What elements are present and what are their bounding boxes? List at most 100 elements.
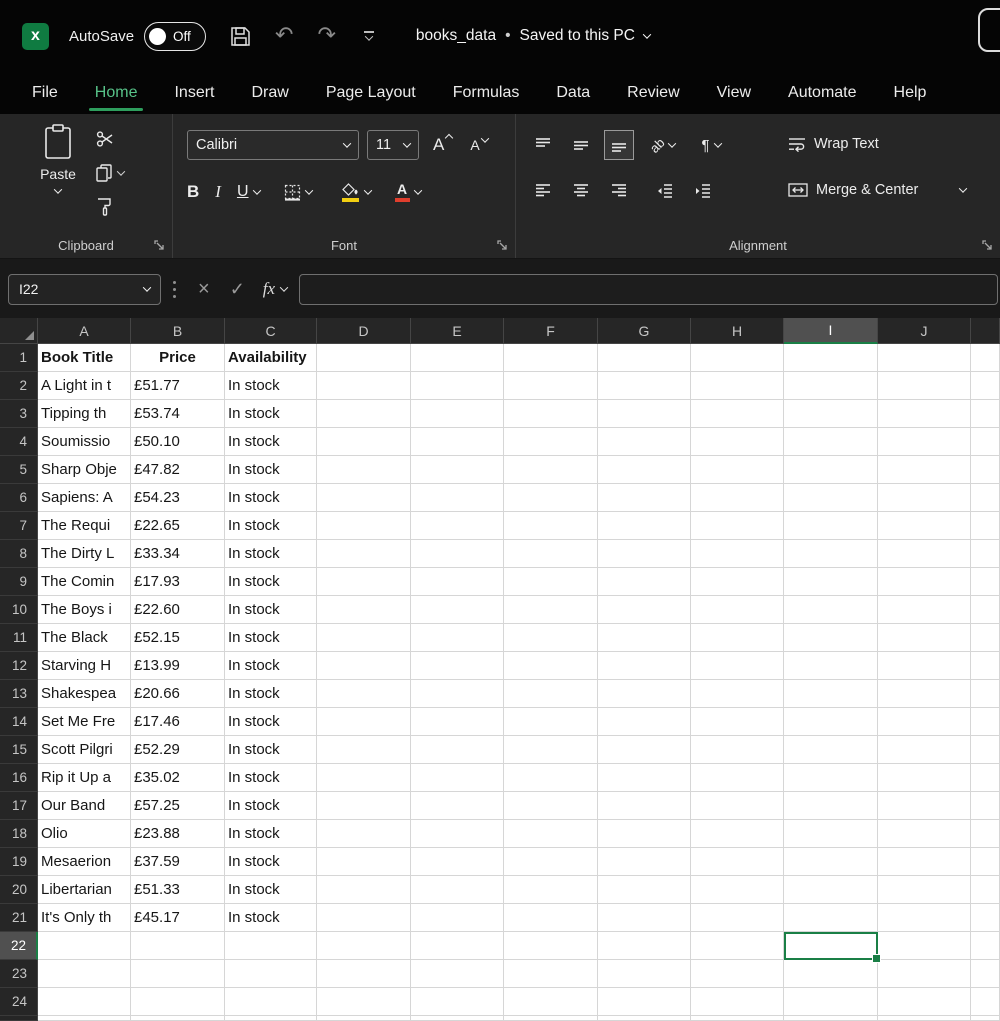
cell-B22[interactable]: [131, 932, 225, 960]
cell-C1[interactable]: Availability: [225, 344, 317, 372]
cell-partial-2[interactable]: [225, 1016, 317, 1021]
cut-button[interactable]: [96, 130, 124, 148]
cell-B7[interactable]: £22.65: [131, 512, 225, 540]
cell-G2[interactable]: [598, 372, 691, 400]
cell-I11[interactable]: [784, 624, 878, 652]
menu-tab-draw[interactable]: Draw: [251, 74, 288, 112]
document-title-area[interactable]: books_data • Saved to this PC: [416, 27, 652, 45]
cell-A1[interactable]: Book Title: [38, 344, 131, 372]
cell-F13[interactable]: [504, 680, 598, 708]
cell-partial-1[interactable]: [131, 1016, 225, 1021]
cell-J4[interactable]: [878, 428, 971, 456]
cell-I21[interactable]: [784, 904, 878, 932]
cell-E18[interactable]: [411, 820, 504, 848]
cell-B21[interactable]: £45.17: [131, 904, 225, 932]
cell-D8[interactable]: [317, 540, 411, 568]
cell-G10[interactable]: [598, 596, 691, 624]
menu-tab-formulas[interactable]: Formulas: [453, 74, 520, 112]
cell-G7[interactable]: [598, 512, 691, 540]
column-header-J[interactable]: J: [878, 318, 971, 344]
cell-G9[interactable]: [598, 568, 691, 596]
cell-K4[interactable]: [971, 428, 1000, 456]
borders-button[interactable]: [284, 184, 313, 201]
column-header-G[interactable]: G: [598, 318, 691, 344]
cell-K21[interactable]: [971, 904, 1000, 932]
cell-A6[interactable]: Sapiens: A: [38, 484, 131, 512]
cell-J3[interactable]: [878, 400, 971, 428]
cell-F17[interactable]: [504, 792, 598, 820]
cell-C16[interactable]: In stock: [225, 764, 317, 792]
row-header-17[interactable]: 17: [0, 792, 38, 820]
cell-G20[interactable]: [598, 876, 691, 904]
cell-E2[interactable]: [411, 372, 504, 400]
cell-A9[interactable]: The Comin: [38, 568, 131, 596]
row-header-partial[interactable]: [0, 1016, 38, 1021]
cell-E22[interactable]: [411, 932, 504, 960]
cell-K24[interactable]: [971, 988, 1000, 1016]
cell-B23[interactable]: [131, 960, 225, 988]
cell-H17[interactable]: [691, 792, 784, 820]
cell-B24[interactable]: [131, 988, 225, 1016]
quick-access-toolbar-button[interactable]: [363, 31, 374, 41]
cell-F7[interactable]: [504, 512, 598, 540]
italic-button[interactable]: I: [215, 182, 221, 202]
align-bottom-button[interactable]: [604, 130, 634, 160]
cell-C5[interactable]: In stock: [225, 456, 317, 484]
column-header-D[interactable]: D: [317, 318, 411, 344]
cell-C8[interactable]: In stock: [225, 540, 317, 568]
cell-H19[interactable]: [691, 848, 784, 876]
cell-D18[interactable]: [317, 820, 411, 848]
cell-F9[interactable]: [504, 568, 598, 596]
cell-B19[interactable]: £37.59: [131, 848, 225, 876]
cell-A11[interactable]: The Black: [38, 624, 131, 652]
alignment-dialog-launcher[interactable]: [982, 240, 993, 251]
font-dialog-launcher[interactable]: [497, 240, 508, 251]
cell-D20[interactable]: [317, 876, 411, 904]
cell-F11[interactable]: [504, 624, 598, 652]
cell-partial-7[interactable]: [691, 1016, 784, 1021]
cell-J24[interactable]: [878, 988, 971, 1016]
cell-K9[interactable]: [971, 568, 1000, 596]
cell-E20[interactable]: [411, 876, 504, 904]
cell-A4[interactable]: Soumissio: [38, 428, 131, 456]
cell-partial-3[interactable]: [317, 1016, 411, 1021]
cell-K19[interactable]: [971, 848, 1000, 876]
cell-K6[interactable]: [971, 484, 1000, 512]
wrap-text-button[interactable]: Wrap Text: [788, 136, 879, 152]
align-top-button[interactable]: [528, 130, 558, 160]
cell-H20[interactable]: [691, 876, 784, 904]
cell-H4[interactable]: [691, 428, 784, 456]
cell-K11[interactable]: [971, 624, 1000, 652]
cell-K7[interactable]: [971, 512, 1000, 540]
row-header-21[interactable]: 21: [0, 904, 38, 932]
excel-logo-icon[interactable]: x: [22, 22, 49, 50]
cell-F14[interactable]: [504, 708, 598, 736]
row-header-9[interactable]: 9: [0, 568, 38, 596]
cell-H23[interactable]: [691, 960, 784, 988]
cell-G23[interactable]: [598, 960, 691, 988]
cell-partial-9[interactable]: [878, 1016, 971, 1021]
cell-D11[interactable]: [317, 624, 411, 652]
cell-B10[interactable]: £22.60: [131, 596, 225, 624]
cell-J12[interactable]: [878, 652, 971, 680]
cell-A23[interactable]: [38, 960, 131, 988]
cell-partial-5[interactable]: [504, 1016, 598, 1021]
cell-G3[interactable]: [598, 400, 691, 428]
row-header-15[interactable]: 15: [0, 736, 38, 764]
orientation-button[interactable]: ab: [647, 135, 677, 155]
cell-K13[interactable]: [971, 680, 1000, 708]
row-header-16[interactable]: 16: [0, 764, 38, 792]
row-header-24[interactable]: 24: [0, 988, 38, 1016]
cell-F23[interactable]: [504, 960, 598, 988]
row-header-2[interactable]: 2: [0, 372, 38, 400]
column-header-F[interactable]: F: [504, 318, 598, 344]
cell-J1[interactable]: [878, 344, 971, 372]
enter-button[interactable]: ✓: [230, 280, 245, 298]
cell-J17[interactable]: [878, 792, 971, 820]
cell-D7[interactable]: [317, 512, 411, 540]
cell-B18[interactable]: £23.88: [131, 820, 225, 848]
cell-F19[interactable]: [504, 848, 598, 876]
cell-H21[interactable]: [691, 904, 784, 932]
cell-H15[interactable]: [691, 736, 784, 764]
cell-C15[interactable]: In stock: [225, 736, 317, 764]
